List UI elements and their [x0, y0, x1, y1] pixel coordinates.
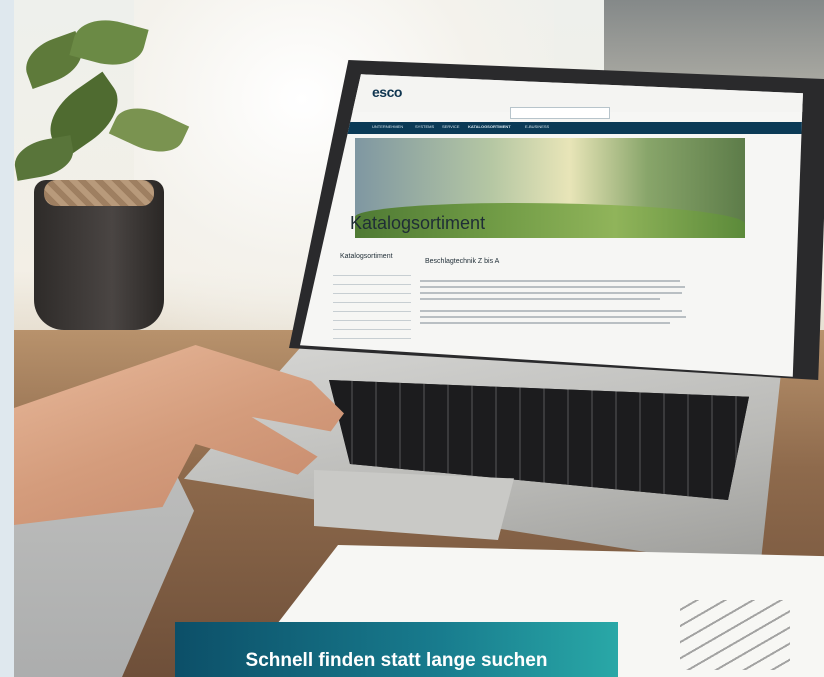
site-logo: esco: [372, 84, 402, 100]
notebook-spiral: [680, 600, 790, 670]
pot-rope: [44, 180, 154, 206]
left-border: [0, 0, 14, 677]
site-nav-item: E-BUSINESS: [525, 124, 550, 129]
site-sidebar-item: [333, 331, 411, 339]
site-content-line: [420, 310, 682, 312]
site-content-line: [420, 292, 682, 294]
caption-banner: Schnell finden statt lange suchen: [175, 622, 618, 677]
site-sidebar-item: [333, 286, 411, 294]
site-sidebar-item: [333, 322, 411, 330]
site-content-line: [420, 286, 685, 288]
site-content-title: Beschlagtechnik Z bis A: [425, 258, 500, 265]
photo-scene: esco UNTERNEHMEN SYSTEMS SERVICE KATALOG…: [0, 0, 824, 677]
laptop-screen: esco UNTERNEHMEN SYSTEMS SERVICE KATALOG…: [300, 74, 803, 377]
site-search-input: [510, 107, 610, 119]
site-nav: UNTERNEHMEN SYSTEMS SERVICE KATALOGSORTI…: [300, 122, 803, 134]
site-nav-item: UNTERNEHMEN: [372, 124, 404, 129]
site-sidebar-item: [333, 295, 411, 303]
site-content-line: [420, 316, 686, 318]
site-nav-item: SYSTEMS: [415, 124, 435, 129]
site-content-line: [420, 298, 660, 300]
plant-leaf: [14, 135, 77, 181]
site-nav-item: SERVICE: [442, 124, 460, 129]
site-content-line: [420, 322, 670, 324]
caption-text: Schnell finden statt lange suchen: [245, 650, 548, 671]
site-sidebar-item: [333, 304, 411, 312]
site-sidebar-item: [333, 277, 411, 285]
site-sidebar-item: [333, 313, 411, 321]
site-content-line: [420, 280, 680, 282]
site-sidebar-title: Katalogsortiment: [340, 253, 393, 260]
site-sidebar-item: [333, 268, 411, 276]
site-hero-title: Katalogsortiment: [350, 213, 486, 233]
site-nav-item: KATALOGSORTIMENT: [468, 124, 511, 129]
